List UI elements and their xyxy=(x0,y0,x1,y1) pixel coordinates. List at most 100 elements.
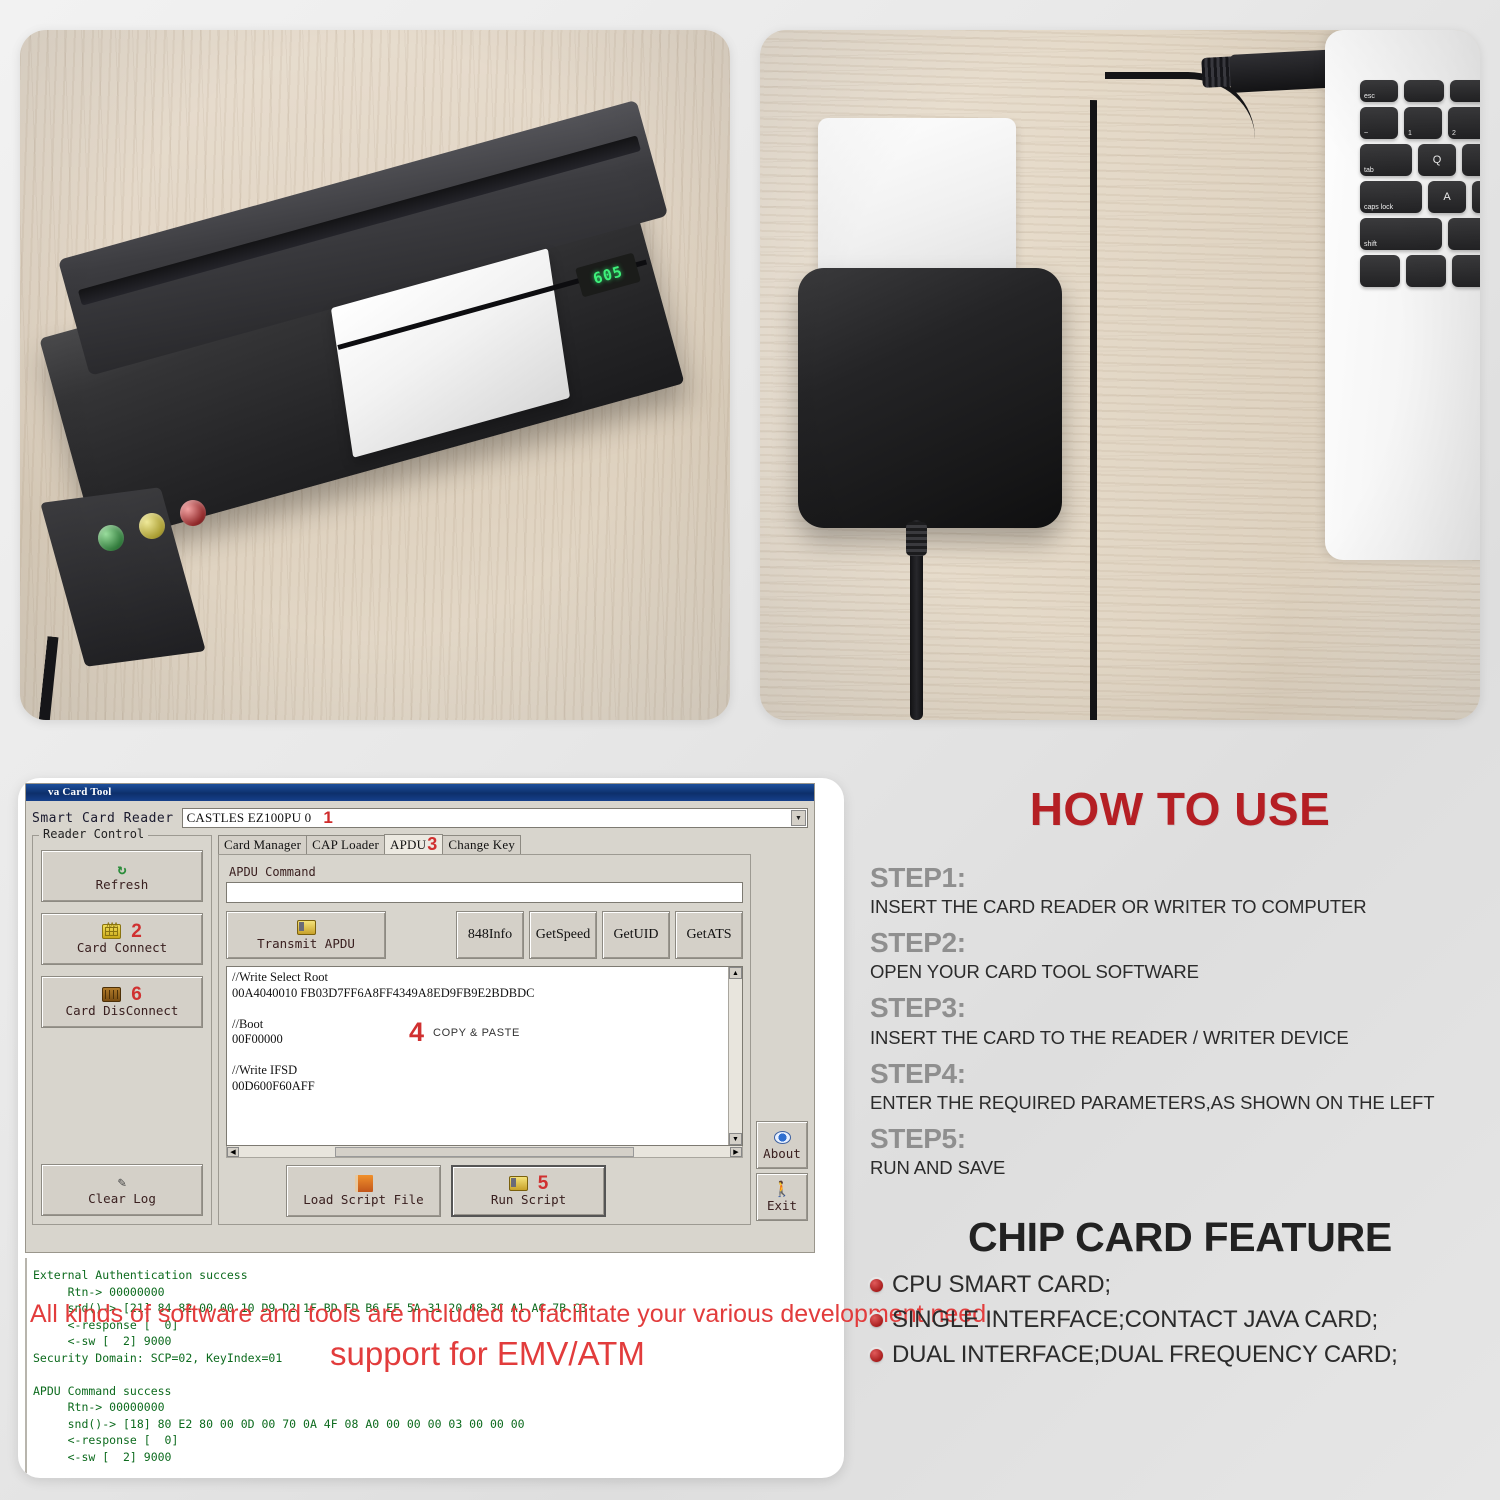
feature-item-1-text: CPU SMART CARD; xyxy=(892,1271,1111,1299)
tab-panel: APDU Command Transmit APDU 848Info GetSp… xyxy=(218,854,808,1225)
product-photo-msr-writer: 605 xyxy=(20,30,730,720)
run-script-button[interactable]: 5 Run Script xyxy=(451,1165,606,1217)
reader-dropdown-value: CASTLES EZ100PU 0 xyxy=(186,810,312,825)
scroll-up-icon[interactable]: ▲ xyxy=(729,967,742,979)
step-5-text: RUN AND SAVE xyxy=(870,1157,1006,1179)
tab-area: Card Manager CAP Loader APDU3 Change Key… xyxy=(218,834,808,1225)
reader-control-legend: Reader Control xyxy=(39,827,149,841)
script-editor[interactable]: //Write Select Root 00A4040010 FB03D7FF6… xyxy=(226,966,743,1146)
step-1: STEP1: INSERT THE CARD READER OR WRITER … xyxy=(870,862,1490,919)
product-photo-usb-reader: esc ~ 1 2 tab Q caps lock A shift xyxy=(760,30,1480,720)
feature-item-3: DUAL INTERFACE;DUAL FREQUENCY CARD; xyxy=(870,1341,1490,1369)
chip-card-disconnect-icon: 6 xyxy=(102,984,142,1005)
tab-change-key[interactable]: Change Key xyxy=(442,835,522,854)
step-marker-3: 3 xyxy=(427,834,438,854)
step-3: STEP3: INSERT THE CARD TO THE READER / W… xyxy=(870,992,1490,1049)
getuid-button[interactable]: GetUID xyxy=(602,911,670,959)
card-connect-button[interactable]: ∧∧∧ 2 Card Connect xyxy=(41,913,203,965)
card-disconnect-label: Card DisConnect xyxy=(65,1002,179,1018)
reader-control-group: Reader Control ↻ Refresh ∧∧∧ 2 Card Conn… xyxy=(32,827,212,1225)
apdu-command-legend: APDU Command xyxy=(229,865,316,879)
step-4: STEP4: ENTER THE REQUIRED PARAMETERS,AS … xyxy=(870,1058,1490,1115)
card-connect-label: Card Connect xyxy=(76,939,168,955)
step-4-heading: STEP4: xyxy=(870,1057,966,1089)
script-action-row: Load Script File 5 Run Script xyxy=(226,1165,743,1217)
chip-card-icon: ∧∧∧ 2 xyxy=(102,920,142,942)
step-5-heading: STEP5: xyxy=(870,1122,966,1154)
about-button[interactable]: About xyxy=(756,1121,808,1169)
bullet-dot-icon xyxy=(870,1278,883,1292)
tab-apdu-label: APDU xyxy=(390,837,427,852)
eye-icon xyxy=(773,1130,791,1146)
bullet-dot-icon xyxy=(870,1348,883,1362)
window-titlebar: va Card Tool xyxy=(26,784,814,801)
refresh-button-label: Refresh xyxy=(95,876,149,892)
step-2-heading: STEP2: xyxy=(870,927,966,959)
photo-vignette-2 xyxy=(760,30,1480,720)
step-1-heading: STEP1: xyxy=(870,862,966,893)
photo-vignette xyxy=(20,30,730,720)
clear-log-button[interactable]: ✎ Clear Log xyxy=(41,1164,203,1216)
exit-label: Exit xyxy=(766,1197,798,1213)
reader-dropdown[interactable]: CASTLES EZ100PU 0 1 ▼ xyxy=(181,808,808,828)
step-marker-4: 4 xyxy=(409,1017,425,1047)
copy-paste-annotation: 4 COPY & PASTE xyxy=(409,1019,520,1046)
about-label: About xyxy=(763,1145,801,1161)
copy-paste-label: COPY & PASTE xyxy=(433,1026,520,1039)
script-editor-text[interactable]: //Write Select Root 00A4040010 FB03D7FF6… xyxy=(227,967,728,1145)
apdu-button-row: Transmit APDU 848Info GetSpeed GetUID Ge… xyxy=(226,911,743,959)
tab-change-key-label: Change Key xyxy=(448,837,516,852)
book-icon xyxy=(354,1175,373,1192)
scroll-down-icon[interactable]: ▼ xyxy=(729,1133,742,1145)
java-card-tool-window: va Card Tool Smart Card Reader CASTLES E… xyxy=(25,783,815,1253)
scroll-right-icon[interactable]: ▶ xyxy=(730,1146,742,1157)
step-5: STEP5: RUN AND SAVE xyxy=(870,1123,1490,1180)
running-man-icon: 🚶 xyxy=(772,1180,792,1198)
run-icon: 5 xyxy=(508,1174,548,1193)
tab-card-manager[interactable]: Card Manager xyxy=(218,835,308,854)
load-script-file-button[interactable]: Load Script File xyxy=(286,1165,441,1217)
step-2: STEP2: OPEN YOUR CARD TOOL SOFTWARE xyxy=(870,927,1490,984)
step-2-text: OPEN YOUR CARD TOOL SOFTWARE xyxy=(870,961,1199,983)
feature-item-1: CPU SMART CARD; xyxy=(870,1271,1490,1299)
step-marker-1: 1 xyxy=(323,808,333,827)
chip-card-feature-title: CHIP CARD FEATURE xyxy=(968,1214,1392,1261)
getspeed-button[interactable]: GetSpeed xyxy=(529,911,597,959)
transmit-apdu-label: Transmit APDU xyxy=(257,935,355,951)
console-log-output: External Authentication success Rtn-> 00… xyxy=(25,1258,815,1473)
step-marker-2: 2 xyxy=(131,921,142,942)
refresh-button[interactable]: ↻ Refresh xyxy=(41,850,203,902)
side-button-column: About 🚶 Exit xyxy=(756,854,808,1225)
broom-icon: ✎ xyxy=(117,1174,127,1191)
window-body: Reader Control ↻ Refresh ∧∧∧ 2 Card Conn… xyxy=(26,827,814,1231)
tab-card-manager-label: Card Manager xyxy=(224,837,302,852)
step-3-heading: STEP3: xyxy=(870,992,966,1024)
tab-cap-loader-label: CAP Loader xyxy=(312,837,379,852)
apdu-command-input[interactable] xyxy=(226,882,743,903)
tab-cap-loader[interactable]: CAP Loader xyxy=(306,835,385,854)
848info-button[interactable]: 848Info xyxy=(456,911,524,959)
refresh-icon: ↻ xyxy=(117,859,127,878)
step-1-text: INSERT THE CARD READER OR WRITER TO COMP… xyxy=(870,896,1367,918)
step-3-text: INSERT THE CARD TO THE READER / WRITER D… xyxy=(870,1026,1349,1048)
smart-card-reader-label: Smart Card Reader xyxy=(32,810,174,826)
run-script-label: Run Script xyxy=(490,1191,567,1207)
load-script-file-label: Load Script File xyxy=(303,1191,424,1207)
scroll-left-icon[interactable]: ◀ xyxy=(227,1146,239,1157)
how-to-use-section: HOW TO USE STEP1: INSERT THE CARD READER… xyxy=(870,782,1490,1376)
feature-item-2: SINGLE INTERFACE;CONTACT JAVA CARD; xyxy=(870,1306,1490,1334)
transmit-card-icon xyxy=(296,920,316,936)
getats-button[interactable]: GetATS xyxy=(675,911,743,959)
tab-apdu[interactable]: APDU3 xyxy=(384,834,444,854)
feature-item-3-text: DUAL INTERFACE;DUAL FREQUENCY CARD; xyxy=(892,1341,1398,1369)
hscroll-thumb[interactable] xyxy=(335,1146,634,1157)
step-marker-6: 6 xyxy=(131,984,142,1005)
feature-item-2-text: SINGLE INTERFACE;CONTACT JAVA CARD; xyxy=(892,1306,1378,1334)
chevron-down-icon[interactable]: ▼ xyxy=(791,810,806,826)
transmit-apdu-button[interactable]: Transmit APDU xyxy=(226,911,386,959)
exit-button[interactable]: 🚶 Exit xyxy=(756,1173,808,1221)
apdu-quick-buttons: 848Info GetSpeed GetUID GetATS xyxy=(456,911,743,959)
card-disconnect-button[interactable]: 6 Card DisConnect xyxy=(41,976,203,1028)
script-vertical-scrollbar[interactable]: ▲ ▼ xyxy=(728,967,742,1145)
script-horizontal-scrollbar[interactable]: ◀ ▶ xyxy=(226,1146,743,1158)
